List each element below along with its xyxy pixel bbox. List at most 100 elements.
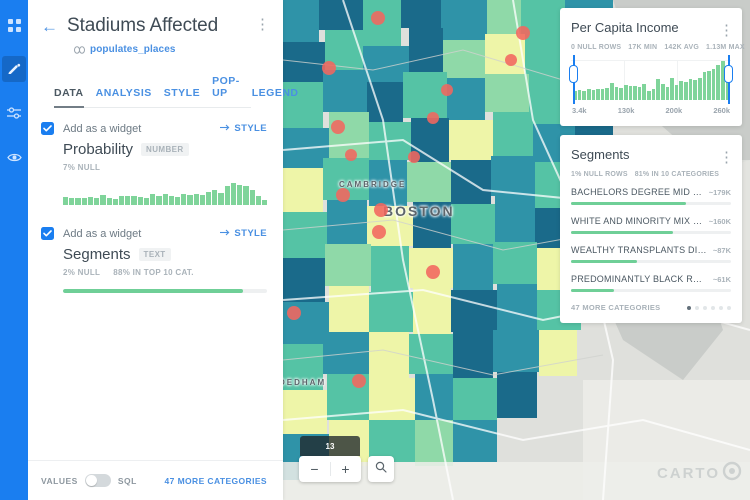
histogram-bar (619, 88, 623, 100)
histogram-bar (206, 191, 212, 205)
map-search-button[interactable] (368, 456, 394, 482)
app-root: ← Stadiums Affected ⋮ populates_places D… (0, 0, 750, 500)
histogram-bar (600, 89, 605, 100)
stadium-marker[interactable] (516, 26, 530, 40)
stadium-marker[interactable] (371, 11, 385, 25)
income-histogram-bars (571, 60, 731, 100)
histogram-bar (137, 196, 143, 205)
segments-pagination-dots[interactable] (687, 305, 731, 310)
stadium-marker[interactable] (372, 225, 386, 239)
stadium-marker[interactable] (408, 151, 420, 163)
values-sql-toggle[interactable]: VALUES SQL (41, 474, 137, 487)
pagination-dot[interactable] (719, 305, 723, 310)
rail-item-preview[interactable] (2, 144, 26, 170)
histogram-bar (582, 90, 586, 100)
tab-popup[interactable]: POP-UP (212, 75, 240, 108)
arrow-right-icon (220, 228, 230, 239)
add-as-widget-label: Add as a widget (63, 227, 142, 240)
tab-legend[interactable]: LEGEND (252, 87, 299, 108)
histogram-bar (193, 194, 199, 205)
dataset-row[interactable]: populates_places (74, 44, 267, 55)
widget-type-badge: TEXT (138, 248, 171, 261)
histogram-bar (716, 65, 720, 100)
pagination-dot[interactable] (695, 305, 699, 310)
income-histogram-chart[interactable] (569, 55, 733, 104)
histogram-bar (69, 197, 75, 205)
histogram-bar (633, 85, 637, 100)
style-link-label: STYLE (234, 228, 267, 239)
widget-name-row: Probability NUMBER (63, 141, 267, 158)
segments-progress-bar (63, 289, 267, 293)
tab-data[interactable]: DATA (54, 87, 84, 108)
histogram-bar (255, 196, 261, 205)
histogram-bar (174, 196, 181, 205)
histogram-bar (75, 197, 81, 205)
histogram-bar (637, 86, 642, 100)
range-slider-handle-end[interactable] (724, 55, 733, 104)
stadium-marker[interactable] (322, 61, 336, 75)
add-as-widget-checkbox[interactable] (41, 227, 54, 240)
add-as-widget-checkbox[interactable] (41, 122, 54, 135)
values-sql-switch[interactable] (84, 474, 111, 487)
histogram-bar (150, 193, 156, 205)
stadium-marker[interactable] (427, 112, 439, 124)
segments-card-kebab-button[interactable]: ⋮ (719, 150, 734, 166)
probability-histogram (63, 183, 268, 205)
handle-grip (724, 65, 733, 83)
pagination-dot[interactable] (711, 305, 715, 310)
stadium-marker[interactable] (331, 120, 345, 134)
stadium-marker[interactable] (441, 84, 453, 96)
histogram-bar (63, 197, 69, 205)
segment-row[interactable]: BACHELORS DEGREE MID INCO... ~179K (571, 187, 731, 205)
stadium-marker[interactable] (345, 149, 357, 161)
probability-style-link[interactable]: STYLE (220, 123, 267, 134)
back-button[interactable]: ← (41, 16, 58, 38)
tab-analysis[interactable]: ANALYSIS (96, 87, 152, 108)
segment-row[interactable]: WEALTHY TRANSPLANTS DISPL... ~87K (571, 245, 731, 263)
more-categories-link[interactable]: 47 MORE CATEGORIES (165, 476, 267, 486)
tab-style[interactable]: STYLE (164, 87, 200, 108)
segment-row[interactable]: WHITE AND MINORITY MIX MU... ~160K (571, 216, 731, 234)
widget-segments: Add as a widget STYLE Segments TEXT 2% N… (41, 227, 267, 293)
pagination-dot[interactable] (703, 305, 707, 310)
stadium-marker[interactable] (505, 54, 517, 66)
sidebar-footer: VALUES SQL 47 MORE CATEGORIES (28, 460, 283, 500)
rail-item-layers[interactable] (2, 12, 26, 38)
rail-item-settings[interactable] (2, 100, 26, 126)
segment-bar-fill (571, 202, 687, 205)
widget-name-row: Segments TEXT (63, 246, 267, 263)
rail-item-edit[interactable] (2, 56, 26, 82)
stadium-marker[interactable] (336, 188, 350, 202)
histogram-bar (684, 81, 688, 100)
segments-card-stats: 1% NULL ROWS 81% IN 10 CATEGORIES (571, 171, 731, 178)
zoom-in-button[interactable]: + (330, 456, 361, 482)
segment-row[interactable]: PREDOMINANTLY BLACK RENT... ~61K (571, 274, 731, 292)
carto-attribution[interactable]: CARTO (657, 461, 742, 486)
histogram-bar (94, 197, 100, 205)
stadium-marker[interactable] (287, 306, 301, 320)
income-card-kebab-button[interactable]: ⋮ (719, 23, 734, 39)
zoom-level-badge: 13 (300, 436, 360, 456)
zoom-out-button[interactable]: − (299, 456, 330, 482)
histogram-bar (610, 83, 614, 100)
carto-wordmark: CARTO (656, 465, 720, 482)
sidebar-kebab-menu-button[interactable]: ⋮ (255, 17, 270, 33)
histogram-bar (156, 196, 162, 205)
histogram-bar (199, 194, 206, 205)
stadium-marker[interactable] (374, 203, 388, 217)
segments-style-link[interactable]: STYLE (220, 228, 267, 239)
widget-checkbox-group[interactable]: Add as a widget (41, 227, 141, 240)
stadium-marker[interactable] (352, 374, 366, 388)
range-slider-handle-start[interactable] (569, 55, 578, 104)
histogram-bar (106, 197, 112, 205)
histogram-bar (670, 77, 674, 100)
pagination-dot[interactable] (687, 305, 691, 310)
histogram-bar (131, 196, 137, 205)
title-row: ← Stadiums Affected ⋮ (41, 14, 270, 38)
histogram-bar (237, 184, 243, 205)
widget-stat-null: 2% NULL (63, 268, 101, 277)
pagination-dot[interactable] (727, 305, 731, 310)
stadium-marker[interactable] (426, 265, 440, 279)
widget-checkbox-group[interactable]: Add as a widget (41, 122, 141, 135)
dataset-link[interactable]: populates_places (90, 44, 176, 55)
